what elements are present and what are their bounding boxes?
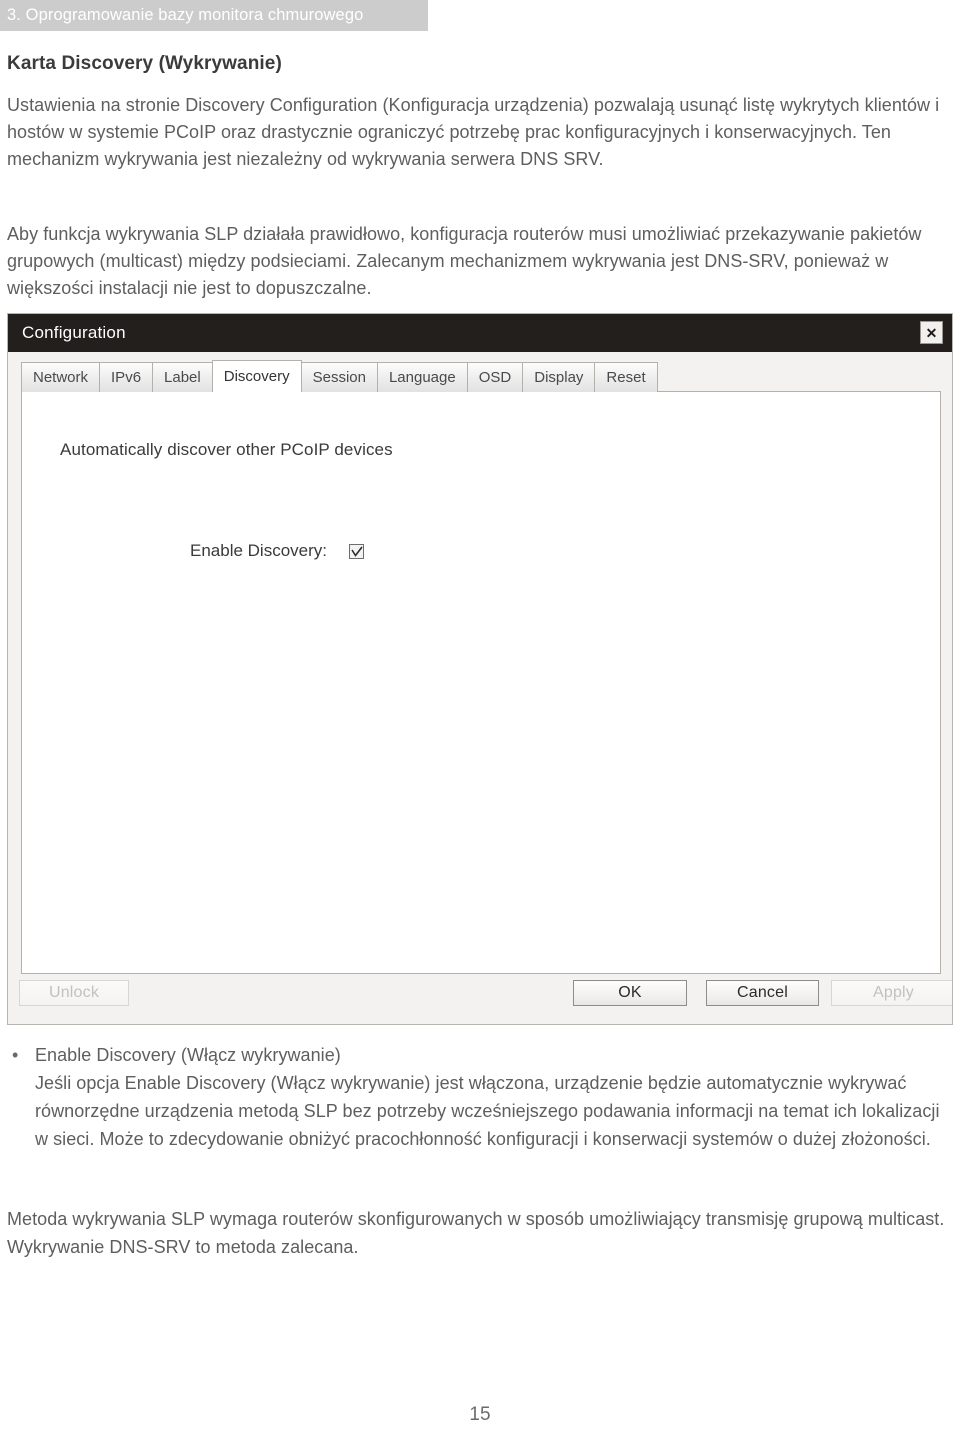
tab-reset[interactable]: Reset [594,362,658,392]
dialog-footer: Unlock OK Cancel Apply [8,972,952,1024]
running-header-band: 3. Oprogramowanie bazy monitora chmurowe… [0,0,428,31]
tab-ipv6[interactable]: IPv6 [99,362,154,392]
tab-language[interactable]: Language [376,362,468,392]
tab-display[interactable]: Display [522,362,596,392]
bullet-title: Enable Discovery (Włącz wykrywanie) [35,1045,341,1065]
checkmark-icon [351,546,363,557]
ok-button[interactable]: OK [573,980,687,1006]
running-header-text: 3. Oprogramowanie bazy monitora chmurowe… [7,6,364,24]
dialog-titlebar: Configuration ✕ [8,314,952,352]
configuration-dialog: Configuration ✕ Network IPv6 Label Disco… [7,313,953,1025]
panel-heading: Automatically discover other PCoIP devic… [60,440,393,459]
page-number: 15 [469,1404,491,1425]
unlock-button[interactable]: Unlock [19,980,129,1006]
tab-label[interactable]: Label [152,362,213,392]
closing-paragraph: Metoda wykrywania SLP wymaga routerów sk… [7,1209,945,1257]
tab-discovery[interactable]: Discovery [211,360,302,392]
slp-paragraph: Aby funkcja wykrywania SLP działała praw… [7,224,922,298]
bullet-body: Enable Discovery (Włącz wykrywanie) Jeśl… [35,1041,953,1153]
list-item: • Enable Discovery (Włącz wykrywanie) Je… [7,1041,953,1153]
tab-session[interactable]: Session [300,362,378,392]
dialog-tabstrip: Network IPv6 Label Discovery Session Lan… [21,360,658,392]
close-icon[interactable]: ✕ [920,321,943,344]
tab-osd[interactable]: OSD [466,362,524,392]
enable-discovery-row: Enable Discovery: [190,541,365,561]
intro-paragraph: Ustawienia na stronie Discovery Configur… [7,95,940,169]
enable-discovery-checkbox[interactable] [349,543,365,559]
bullet-marker-icon: • [12,1045,19,1065]
dialog-title: Configuration [22,323,126,342]
cancel-button[interactable]: Cancel [706,980,819,1006]
tab-network[interactable]: Network [21,362,101,392]
bullet-description: Jeśli opcja Enable Discovery (Włącz wykr… [35,1073,940,1149]
page-title: Karta Discovery (Wykrywanie) [7,52,282,74]
apply-button[interactable]: Apply [831,980,952,1006]
discovery-panel: Automatically discover other PCoIP devic… [21,391,941,974]
enable-discovery-label: Enable Discovery: [190,541,328,560]
bullet-list: • Enable Discovery (Włącz wykrywanie) Je… [7,1041,953,1153]
